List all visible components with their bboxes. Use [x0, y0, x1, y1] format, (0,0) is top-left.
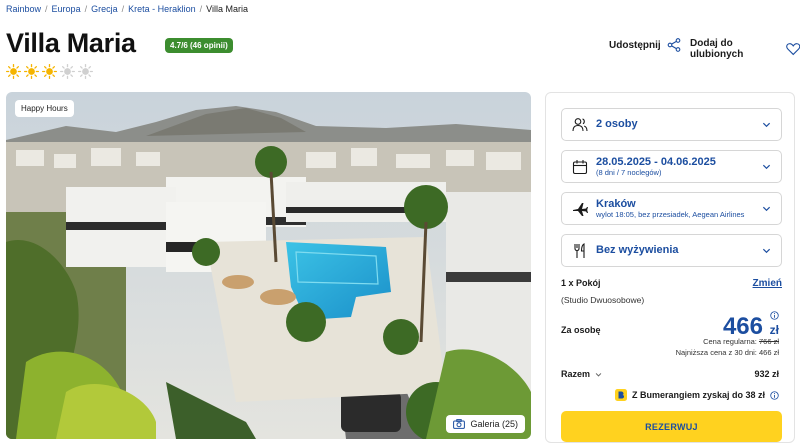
boomerang-text: Z Bumerangiem zyskaj do 38 zł [631, 390, 765, 400]
dates-select[interactable]: 28.05.2025 - 04.06.2025 (8 dni / 7 nocle… [561, 150, 782, 183]
breadcrumb-separator: / [199, 4, 203, 14]
hotel-photo[interactable]: Happy Hours Galeria (25) [6, 92, 531, 439]
departure-city: Kraków [596, 197, 636, 210]
chevron-down-icon [762, 122, 771, 128]
total-price: 932 zł [754, 369, 779, 379]
gallery-label: Galeria (25) [470, 419, 518, 429]
travellers-value: 2 osoby [596, 118, 638, 131]
favorite-button[interactable]: Dodaj do ulubionych [690, 38, 800, 60]
dates-value: 28.05.2025 - 04.06.2025 [596, 155, 716, 168]
travellers-select[interactable]: 2 osoby [561, 108, 782, 141]
breadcrumb-separator: / [45, 4, 48, 14]
share-icon [667, 38, 681, 52]
gallery-button[interactable]: Galeria (25) [446, 415, 525, 433]
total-toggle[interactable]: Razem [561, 369, 602, 379]
room-type: (Studio Dwuosobowe) [561, 295, 645, 305]
chevron-down-icon [762, 206, 771, 212]
price-currency: zł [769, 323, 779, 337]
breadcrumb-separator: / [121, 4, 125, 14]
room-row: 1 x Pokój Zmień [561, 278, 782, 289]
breadcrumb-link-europa[interactable]: Europa [52, 4, 81, 14]
chevron-down-icon [762, 164, 771, 170]
breadcrumb-current: Villa Maria [206, 4, 249, 14]
boomerang-offer: Z Bumerangiem zyskaj do 38 zł [614, 389, 779, 401]
boomerang-logo-icon [614, 389, 627, 401]
sun-filled-icon [6, 64, 21, 79]
plane-icon [573, 202, 588, 216]
people-icon [572, 117, 588, 131]
heart-icon [785, 43, 800, 56]
regular-price: Cena regularna: 766 zł [703, 337, 779, 346]
room-count: 1 x Pokój [561, 278, 601, 288]
sun-empty-icon [60, 64, 75, 79]
sun-filled-icon [42, 64, 57, 79]
regular-price-value: 766 zł [758, 337, 779, 346]
sun-filled-icon [24, 64, 39, 79]
hotel-title: Villa Maria [6, 28, 136, 58]
breadcrumb-link-grecja[interactable]: Grecja [91, 4, 118, 14]
reserve-button[interactable]: REZERWUJ [561, 411, 782, 442]
board-value: Bez wyżywienia [596, 244, 679, 257]
info-icon[interactable] [770, 390, 779, 400]
share-label: Udostępnij [609, 39, 661, 51]
departure-details: wylot 18:05, bez przesiadek, Aegean Airl… [596, 209, 745, 219]
calendar-icon [572, 159, 588, 174]
breadcrumb-link-rainbow[interactable]: Rainbow [6, 4, 41, 14]
change-room-link[interactable]: Zmień [753, 278, 782, 289]
hotel-aerial-photo [6, 92, 531, 439]
chevron-down-icon [762, 248, 771, 254]
regular-price-label: Cena regularna: [703, 337, 757, 346]
rating-badge[interactable]: 4.7/6 (46 opinii) [165, 38, 233, 53]
sun-rating [6, 64, 93, 79]
breadcrumb-link-kreta[interactable]: Kreta - Heraklion [128, 4, 196, 14]
price-value: 466 [722, 313, 763, 340]
share-button[interactable]: Udostępnij [609, 38, 681, 52]
sun-empty-icon [78, 64, 93, 79]
booking-panel: 2 osoby 28.05.2025 - 04.06.2025 (8 dni /… [545, 92, 795, 443]
happy-hours-tag: Happy Hours [15, 100, 74, 117]
per-person-label: Za osobę [561, 325, 601, 335]
lowest-price-30-days: Najniższa cena z 30 dni: 466 zł [675, 348, 779, 357]
camera-icon [453, 419, 466, 429]
dates-duration: (8 dni / 7 noclegów) [596, 167, 662, 177]
breadcrumb: Rainbow / Europa / Grecja / Kreta - Heraklion /… [6, 4, 248, 14]
breadcrumb-separator: / [84, 4, 88, 14]
cutlery-icon [574, 242, 585, 258]
favorite-label: Dodaj do ulubionych [690, 38, 744, 60]
total-label: Razem [561, 369, 591, 379]
chevron-down-icon [595, 372, 602, 377]
departure-select[interactable]: Kraków wylot 18:05, bez przesiadek, Aege… [561, 192, 782, 225]
board-select[interactable]: Bez wyżywienia [561, 234, 782, 267]
